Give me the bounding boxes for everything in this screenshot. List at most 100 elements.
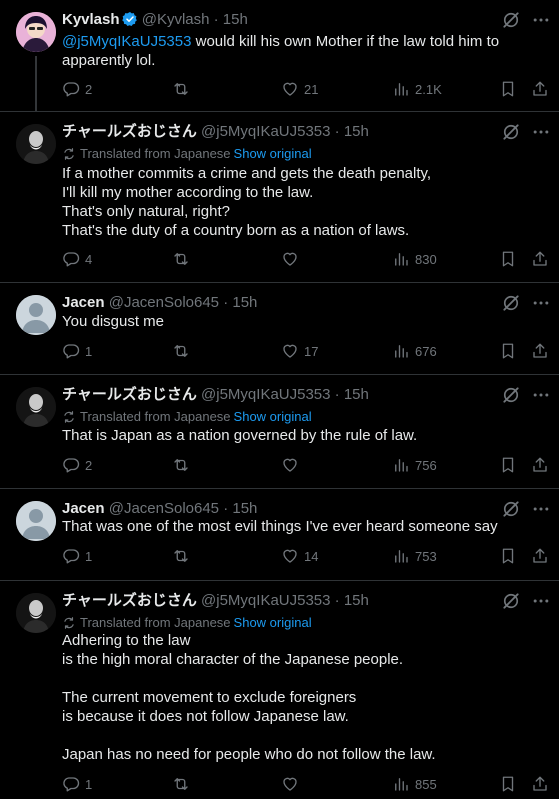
- handle[interactable]: @Kyvlash: [142, 11, 210, 28]
- reply-button[interactable]: 1: [62, 546, 92, 566]
- views-button[interactable]: 676: [392, 341, 437, 361]
- handle[interactable]: @j5MyqIKaUJ5353: [201, 386, 330, 403]
- more-icon[interactable]: [531, 499, 551, 519]
- more-icon[interactable]: [531, 122, 551, 142]
- reply-button[interactable]: 2: [62, 79, 92, 99]
- like-count: 14: [304, 548, 319, 564]
- share-button[interactable]: [531, 546, 549, 566]
- tweet-header: チャールズおじさん @j5MyqIKaUJ5353 · 15h: [62, 122, 499, 142]
- avatar[interactable]: [16, 501, 56, 541]
- views-button[interactable]: 830: [392, 249, 437, 269]
- avatar[interactable]: [16, 593, 56, 633]
- share-button[interactable]: [531, 249, 549, 269]
- like-button[interactable]: 17: [281, 341, 318, 361]
- share-button[interactable]: [531, 455, 549, 475]
- handle[interactable]: @JacenSolo645: [109, 500, 219, 517]
- translated-label: Translated from Japanese: [80, 409, 231, 424]
- timestamp[interactable]: · 15h: [214, 11, 248, 28]
- bookmark-icon: [499, 456, 517, 474]
- tweet-text-line: is because it does not follow Japanese l…: [62, 708, 349, 725]
- reply-button[interactable]: 1: [62, 341, 92, 361]
- bookmark-button[interactable]: [499, 455, 517, 475]
- like-button[interactable]: [281, 455, 304, 475]
- display-name[interactable]: Jacen: [62, 294, 105, 311]
- repost-button[interactable]: [172, 341, 195, 361]
- like-button[interactable]: 21: [281, 79, 318, 99]
- share-button[interactable]: [531, 341, 549, 361]
- views-button[interactable]: 753: [392, 546, 437, 566]
- like-button[interactable]: 14: [281, 546, 318, 566]
- show-original-link[interactable]: Show original: [234, 615, 312, 630]
- show-original-link[interactable]: Show original: [234, 146, 312, 161]
- bookmark-button[interactable]: [499, 774, 517, 794]
- handle[interactable]: @JacenSolo645: [109, 294, 219, 311]
- share-button[interactable]: [531, 79, 549, 99]
- grok-icon[interactable]: [501, 499, 521, 519]
- views-button[interactable]: 756: [392, 455, 437, 475]
- tweet[interactable]: Jacen @JacenSolo645 · 15h That was one o…: [0, 489, 559, 580]
- views-button[interactable]: 855: [392, 774, 437, 794]
- reply-button[interactable]: 4: [62, 249, 92, 269]
- avatar[interactable]: [16, 12, 56, 52]
- more-icon[interactable]: [531, 385, 551, 405]
- avatar[interactable]: [16, 124, 56, 164]
- more-icon[interactable]: [531, 293, 551, 313]
- repost-button[interactable]: [172, 455, 195, 475]
- share-icon: [531, 250, 549, 268]
- reply-icon: [62, 250, 80, 268]
- repost-button[interactable]: [172, 249, 195, 269]
- verified-icon: [122, 11, 138, 27]
- repost-button[interactable]: [172, 79, 195, 99]
- tweet[interactable]: Kyvlash @Kyvlash · 15h @j5MyqIKaUJ5353 w…: [0, 0, 559, 111]
- repost-button[interactable]: [172, 774, 195, 794]
- display-name[interactable]: チャールズおじさん: [62, 592, 197, 609]
- translate-icon: [62, 410, 76, 424]
- grok-icon[interactable]: [501, 293, 521, 313]
- share-icon: [531, 775, 549, 793]
- more-icon[interactable]: [531, 591, 551, 611]
- avatar[interactable]: [16, 387, 56, 427]
- bookmark-button[interactable]: [499, 546, 517, 566]
- mention-link[interactable]: @j5MyqIKaUJ5353: [62, 33, 191, 50]
- grok-icon[interactable]: [501, 10, 521, 30]
- reply-button[interactable]: 1: [62, 774, 92, 794]
- bookmark-button[interactable]: [499, 79, 517, 99]
- display-name[interactable]: Jacen: [62, 500, 105, 517]
- bookmark-button[interactable]: [499, 341, 517, 361]
- views-button[interactable]: 2.1K: [392, 79, 442, 99]
- share-icon: [531, 547, 549, 565]
- bookmark-button[interactable]: [499, 249, 517, 269]
- timestamp[interactable]: · 15h: [223, 294, 257, 311]
- tweet[interactable]: チャールズおじさん @j5MyqIKaUJ5353 · 15h Translat…: [0, 375, 559, 488]
- grok-icon[interactable]: [501, 591, 521, 611]
- like-button[interactable]: [281, 249, 304, 269]
- translation-notice: Translated from Japanese Show original: [62, 146, 312, 162]
- more-icon[interactable]: [531, 10, 551, 30]
- reply-count: 1: [85, 343, 93, 359]
- tweet[interactable]: チャールズおじさん @j5MyqIKaUJ5353 · 15h Translat…: [0, 581, 559, 799]
- avatar[interactable]: [16, 295, 56, 335]
- grok-icon[interactable]: [501, 122, 521, 142]
- tweet[interactable]: Jacen @JacenSolo645 · 15h You disgust me…: [0, 283, 559, 374]
- timestamp[interactable]: · 15h: [335, 592, 369, 609]
- handle[interactable]: @j5MyqIKaUJ5353: [201, 592, 330, 609]
- tweet-text: @j5MyqIKaUJ5353 would kill his own Mothe…: [62, 32, 543, 70]
- heart-icon: [281, 456, 299, 474]
- repost-button[interactable]: [172, 546, 195, 566]
- reply-count: 1: [85, 548, 93, 564]
- timestamp[interactable]: · 15h: [335, 123, 369, 140]
- display-name[interactable]: Kyvlash: [62, 11, 120, 28]
- reply-icon: [62, 342, 80, 360]
- handle[interactable]: @j5MyqIKaUJ5353: [201, 123, 330, 140]
- show-original-link[interactable]: Show original: [234, 409, 312, 424]
- timestamp[interactable]: · 15h: [335, 386, 369, 403]
- share-button[interactable]: [531, 774, 549, 794]
- display-name[interactable]: チャールズおじさん: [62, 123, 197, 140]
- display-name[interactable]: チャールズおじさん: [62, 386, 197, 403]
- reply-button[interactable]: 2: [62, 455, 92, 475]
- tweet[interactable]: チャールズおじさん @j5MyqIKaUJ5353 · 15h Translat…: [0, 112, 559, 282]
- like-button[interactable]: [281, 774, 304, 794]
- timestamp[interactable]: · 15h: [223, 500, 257, 517]
- action-bar: 1 855: [62, 774, 545, 794]
- grok-icon[interactable]: [501, 385, 521, 405]
